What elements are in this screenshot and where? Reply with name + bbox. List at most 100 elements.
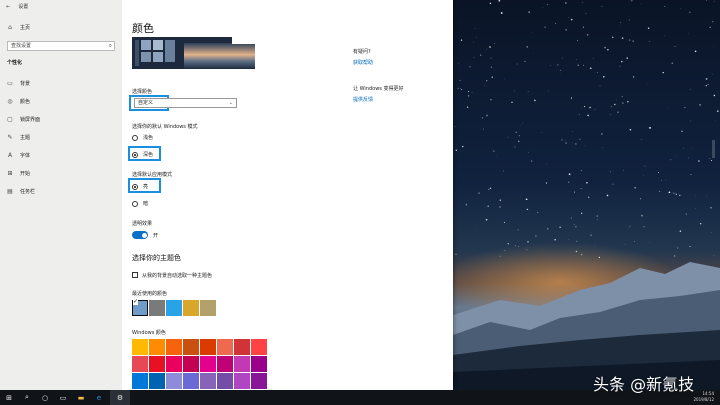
watermark: 头条 @新氪技 bbox=[593, 375, 695, 394]
transparency-toggle[interactable] bbox=[132, 231, 148, 239]
palette-icon: ◎ bbox=[7, 98, 13, 105]
sidebar-item-label: 主题 bbox=[20, 135, 31, 141]
sidebar-item-background[interactable]: ▭ 背景 bbox=[6, 80, 30, 87]
preview-wallpaper bbox=[184, 43, 255, 69]
checkmark-icon: ✓ bbox=[133, 298, 139, 305]
search-icon: ⌕ bbox=[25, 393, 29, 401]
feedback-link[interactable]: 提供反馈 bbox=[353, 96, 373, 103]
sidebar-item-taskbar[interactable]: ▤ 任务栏 bbox=[6, 188, 35, 195]
task-view-icon: ▭ bbox=[59, 393, 67, 402]
radio-button-selected bbox=[132, 183, 138, 190]
window-titlebar: ← 设置 bbox=[0, 0, 122, 14]
radio-button-selected bbox=[132, 151, 138, 158]
recent-color-swatch[interactable] bbox=[200, 300, 216, 316]
choose-color-dropdown[interactable]: 自定义 ⌄ bbox=[134, 98, 237, 108]
sidebar-item-themes[interactable]: ✎ 主题 bbox=[6, 134, 30, 141]
sidebar-item-label: 字体 bbox=[20, 153, 31, 159]
windows-color-swatch[interactable] bbox=[251, 373, 267, 389]
radio-label: 亮 bbox=[143, 184, 149, 190]
windows-color-swatch[interactable] bbox=[217, 356, 233, 372]
radio-label: 深色 bbox=[143, 152, 154, 158]
windows-color-swatch[interactable] bbox=[149, 373, 165, 389]
windows-color-swatch[interactable] bbox=[183, 356, 199, 372]
lock-screen-icon: ▢ bbox=[7, 116, 13, 123]
recent-color-swatch[interactable]: ✓ bbox=[132, 298, 148, 316]
radio-app-dark[interactable]: 暗 bbox=[132, 200, 148, 207]
search-input[interactable]: 查找设置 ⌕ bbox=[7, 41, 115, 51]
windows-color-swatch[interactable] bbox=[166, 356, 182, 372]
cortana-button[interactable]: ○ bbox=[36, 390, 54, 405]
chevron-down-icon: ⌄ bbox=[228, 100, 233, 106]
nav-home[interactable]: ⌂ 主页 bbox=[6, 24, 30, 31]
taskbar-icon: ▤ bbox=[7, 188, 13, 195]
windows-color-swatch[interactable] bbox=[234, 373, 250, 389]
radio-app-light[interactable]: 亮 bbox=[132, 183, 148, 190]
windows-color-swatch[interactable] bbox=[149, 339, 165, 355]
windows-color-swatch[interactable] bbox=[166, 373, 182, 389]
preview-tiles bbox=[135, 40, 175, 66]
sidebar-item-fonts[interactable]: A 字体 bbox=[6, 152, 30, 159]
nav-section-title: 个性化 bbox=[7, 60, 23, 66]
sidebar-item-label: 任务栏 bbox=[20, 189, 36, 195]
taskbar-app-settings[interactable]: ⚙ bbox=[110, 390, 130, 405]
sidebar-item-label: 锁屏界面 bbox=[20, 117, 41, 123]
windows-color-swatch[interactable] bbox=[200, 373, 216, 389]
recent-colors-label: 最近使用的颜色 bbox=[132, 291, 168, 297]
home-icon: ⌂ bbox=[8, 24, 12, 31]
windows-color-swatch[interactable] bbox=[149, 356, 165, 372]
windows-colors-label: Windows 颜色 bbox=[132, 330, 166, 336]
windows-color-swatch[interactable] bbox=[183, 373, 199, 389]
auto-accent-checkbox[interactable] bbox=[132, 272, 138, 278]
windows-color-swatch[interactable] bbox=[234, 339, 250, 355]
recent-color-swatch[interactable] bbox=[149, 300, 165, 316]
windows-color-swatch[interactable] bbox=[166, 339, 182, 355]
desktop-scrollbar-thumb[interactable] bbox=[712, 140, 715, 158]
radio-label: 暗 bbox=[143, 201, 149, 207]
transparency-state: 开 bbox=[153, 233, 159, 239]
windows-color-swatch[interactable] bbox=[217, 339, 233, 355]
windows-color-swatch[interactable] bbox=[132, 356, 148, 372]
windows-color-swatch[interactable] bbox=[234, 356, 250, 372]
gear-icon: ⚙ bbox=[116, 393, 124, 402]
task-view-button[interactable]: ▭ bbox=[54, 390, 72, 405]
sidebar-item-label: 颜色 bbox=[20, 99, 31, 105]
recent-color-swatch[interactable] bbox=[166, 300, 182, 316]
radio-button bbox=[132, 134, 138, 141]
taskbar-clock[interactable]: 14:54 2019/8/12 bbox=[693, 391, 714, 403]
sidebar-item-lock-screen[interactable]: ▢ 锁屏界面 bbox=[6, 116, 40, 123]
taskbar-app-edge[interactable]: e bbox=[90, 390, 108, 405]
transparency-label: 透明效果 bbox=[132, 221, 153, 227]
get-help-link[interactable]: 获取帮助 bbox=[353, 59, 373, 66]
sidebar-item-label: 开始 bbox=[20, 171, 31, 177]
radio-windows-dark[interactable]: 深色 bbox=[132, 151, 153, 158]
dropdown-value: 自定义 bbox=[138, 100, 154, 106]
radio-windows-light[interactable]: 浅色 bbox=[132, 134, 153, 141]
windows-color-swatch[interactable] bbox=[251, 339, 267, 355]
theme-preview bbox=[132, 37, 255, 69]
improve-title: 让 Windows 变得更好 bbox=[353, 86, 404, 92]
sidebar-item-start[interactable]: ⊞ 开始 bbox=[6, 170, 30, 177]
radio-button bbox=[132, 200, 138, 207]
windows-color-swatch[interactable] bbox=[200, 356, 216, 372]
windows-color-swatch[interactable] bbox=[217, 373, 233, 389]
search-button[interactable]: ⌕ bbox=[18, 390, 36, 405]
brush-icon: ✎ bbox=[7, 134, 13, 141]
settings-content-pane: 颜色 选择颜色 自定义 ⌄ 选择你的默认 Windows 模式 浅色 深色 选择… bbox=[122, 0, 453, 390]
windows-color-swatch[interactable] bbox=[132, 373, 148, 389]
page-title: 颜色 bbox=[132, 22, 154, 35]
start-button[interactable]: ⊞ bbox=[0, 390, 18, 405]
taskbar-app-explorer[interactable]: ▬ bbox=[72, 390, 90, 405]
windows-color-swatch[interactable] bbox=[251, 356, 267, 372]
windows-mode-label: 选择你的默认 Windows 模式 bbox=[132, 124, 198, 130]
windows-color-swatch[interactable] bbox=[200, 339, 216, 355]
sidebar-item-label: 背景 bbox=[20, 81, 31, 87]
radio-label: 浅色 bbox=[143, 135, 154, 141]
search-placeholder: 查找设置 bbox=[11, 43, 32, 49]
back-arrow-icon[interactable]: ← bbox=[6, 4, 10, 10]
search-icon: ⌕ bbox=[108, 42, 112, 49]
windows-color-swatch[interactable] bbox=[132, 339, 148, 355]
sidebar-item-colors[interactable]: ◎ 颜色 bbox=[6, 98, 30, 105]
windows-color-swatch[interactable] bbox=[183, 339, 199, 355]
font-icon: A bbox=[7, 152, 13, 159]
recent-color-swatch[interactable] bbox=[183, 300, 199, 316]
